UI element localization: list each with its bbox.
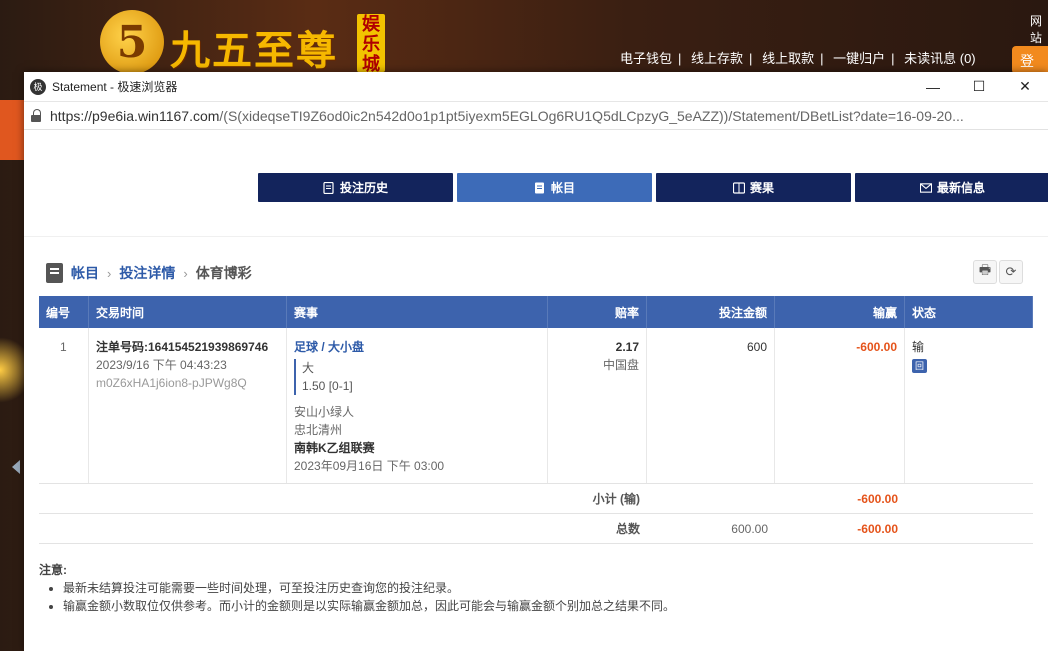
breadcrumb-bet-details[interactable]: 投注详情 (119, 263, 175, 283)
table-header: 编号 交易时间 赛事 赔率 投注金额 输赢 状态 (39, 296, 1033, 328)
notes: 注意: 最新未结算投注可能需要一些时间处理，可至投注历史查询您的投注纪录。 输赢… (39, 561, 675, 615)
url-text[interactable]: https://p9e6ia.win1167.com/(S(xideqseTI9… (50, 108, 1035, 124)
bet-reference: m0Z6xHA1j6ion8-pJPWg8Q (96, 376, 247, 390)
minimize-button[interactable]: — (910, 72, 956, 102)
bet-stake: 600 (746, 340, 767, 354)
header-status: 状态 (905, 296, 1033, 328)
header-odds: 赔率 (548, 296, 647, 328)
bet-table: 编号 交易时间 赛事 赔率 投注金额 输赢 状态 1 注单号码:16415452… (39, 296, 1033, 544)
divider (24, 236, 1048, 237)
site-nav-item[interactable]: 线上存款 (691, 51, 743, 66)
site-side-banner (0, 100, 24, 160)
header-time: 交易时间 (89, 296, 287, 328)
site-nav-item[interactable]: 一键归户 (833, 51, 885, 66)
row-status-cell: 输 回 (905, 328, 1033, 483)
window-titlebar: 极 Statement - 极速浏览器 — ☐ ✕ (24, 72, 1048, 102)
tab-bet-history[interactable]: 投注历史 (258, 173, 453, 202)
header-winloss: 输赢 (775, 296, 905, 328)
site-nav-item[interactable]: 电子钱包 (620, 51, 672, 66)
chevron-right-icon: › (183, 265, 188, 281)
page-content: 投注历史 帐目 赛果 最新信息 帐目 › 投注详情 › 体育博彩 🖶 ⟳ 编号 … (24, 132, 1048, 651)
odds-type: 中国盘 (602, 358, 639, 372)
total-label: 总数 (615, 522, 640, 536)
site-nav-item[interactable]: 未读讯息 (0) (904, 51, 976, 66)
print-button[interactable]: 🖶 (973, 260, 997, 284)
breadcrumb-statement[interactable]: 帐目 (71, 263, 99, 283)
bet-datetime: 2023/9/16 下午 04:43:23 (96, 358, 227, 372)
subtotal-winloss: -600.00 (857, 491, 898, 506)
header-stake: 投注金额 (647, 296, 775, 328)
breadcrumb: 帐目 › 投注详情 › 体育博彩 (46, 263, 252, 283)
breadcrumb-current: 体育博彩 (195, 265, 252, 281)
row-odds-cell: 2.17 中国盘 (548, 328, 647, 483)
site-logo: 5 (100, 10, 164, 74)
site-top-right-link[interactable]: 网站 (1030, 12, 1048, 46)
site-decoration (0, 330, 24, 410)
bet-line: 1.50 [0-1] (302, 379, 353, 393)
header-no: 编号 (39, 296, 89, 328)
note-item: 最新未结算投注可能需要一些时间处理，可至投注历史查询您的投注纪录。 (63, 579, 675, 597)
away-team: 忠北清州 (294, 423, 343, 437)
total-winloss: -600.00 (857, 521, 898, 536)
refresh-icon: ⟳ (1005, 264, 1017, 279)
receipt-icon (323, 181, 335, 194)
bet-selection-block: 大 1.50 [0-1] (294, 359, 540, 395)
book-icon (46, 263, 63, 283)
tab-results[interactable]: 赛果 (656, 173, 851, 202)
header-event: 赛事 (287, 296, 548, 328)
bet-id: 注单号码:164154521939869746 (96, 340, 269, 354)
subtotal-row: 小计 (输) -600.00 (39, 484, 1033, 514)
kickoff-time: 2023年09月16日 下午 03:00 (294, 459, 445, 473)
site-nav: 电子钱包 | 线上存款 | 线上取款 | 一键归户 | 未读讯息 (0) (620, 51, 976, 66)
row-winloss-cell: -600.00 (775, 328, 905, 483)
row-time-cell: 注单号码:164154521939869746 2023/9/16 下午 04:… (89, 328, 287, 483)
lock-icon[interactable] (30, 108, 44, 123)
total-stake: 600.00 (731, 521, 768, 536)
row-stake-cell: 600 (647, 328, 775, 483)
bet-market: 足球 / 大小盘 (294, 340, 365, 354)
scoreboard-icon (732, 181, 745, 194)
site-brand: 九五至尊 (170, 27, 338, 74)
row-event-cell: 足球 / 大小盘 大 1.50 [0-1] 安山小绿人 忠北清州 南韩K乙组联赛… (287, 328, 548, 483)
site-arrow-icon[interactable] (12, 460, 20, 474)
ledger-icon (534, 182, 546, 194)
site-brand-badge: 娱乐城 (357, 14, 385, 74)
tab-news[interactable]: 最新信息 (855, 173, 1048, 202)
tab-statement[interactable]: 帐目 (457, 173, 652, 202)
refresh-button[interactable]: ⟳ (999, 260, 1023, 284)
total-row: 总数 600.00 -600.00 (39, 514, 1033, 544)
site-nav-item[interactable]: 线上取款 (762, 51, 814, 66)
note-item: 输赢金额小数取位仅供参考。而小计的金额则是以实际输赢金额加总，因此可能会与输赢金… (63, 597, 675, 615)
home-team: 安山小绿人 (294, 405, 355, 419)
bet-odds: 2.17 (615, 340, 639, 354)
table-row: 1 注单号码:164154521939869746 2023/9/16 下午 0… (39, 328, 1033, 484)
row-number: 1 (39, 328, 89, 483)
bet-winloss: -600.00 (856, 340, 897, 354)
close-button[interactable]: ✕ (1002, 72, 1048, 102)
site-login-button[interactable]: 登 (1012, 46, 1048, 74)
printer-icon: 🖶 (978, 262, 992, 277)
maximize-button[interactable]: ☐ (956, 72, 1002, 102)
chevron-right-icon: › (107, 265, 112, 281)
bet-selection: 大 (302, 361, 315, 375)
subtotal-label: 小计 (输) (592, 492, 640, 506)
window-title: Statement - 极速浏览器 (52, 80, 178, 94)
address-bar[interactable]: https://p9e6ia.win1167.com/(S(xideqseTI9… (24, 102, 1048, 130)
browser-app-icon: 极 (30, 78, 46, 95)
notes-title: 注意: (39, 563, 67, 577)
statement-tabs: 投注历史 帐目 赛果 最新信息 (258, 173, 1048, 202)
browser-window: 极 Statement - 极速浏览器 — ☐ ✕ https://p9e6ia… (24, 72, 1048, 651)
league-name: 南韩K乙组联赛 (294, 441, 375, 455)
result-icon[interactable]: 回 (912, 359, 927, 373)
bet-status: 输 (912, 340, 925, 354)
mail-icon (919, 182, 932, 194)
